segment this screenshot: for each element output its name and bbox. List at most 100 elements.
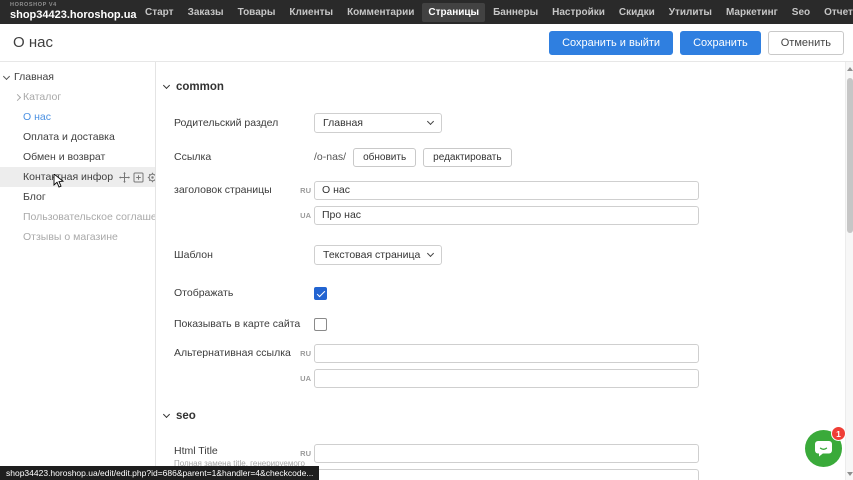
nav-banners[interactable]: Баннеры xyxy=(487,3,544,22)
sidebar-item-reviews[interactable]: Отзывы о магазине xyxy=(0,227,155,247)
html-title-label: Html Title Полная замена title, генериру… xyxy=(174,445,297,468)
sidebar-item-label: Каталог xyxy=(23,91,61,103)
sidebar-item-katalog[interactable]: Каталог xyxy=(0,87,155,107)
parent-section-label: Родительский раздел xyxy=(174,117,314,129)
parent-section-select[interactable]: Главная xyxy=(314,113,442,133)
page-title-ua-input[interactable] xyxy=(314,206,699,225)
display-row: Отображать xyxy=(174,283,839,303)
move-icon[interactable] xyxy=(119,172,130,183)
sidebar-item-label: О нас xyxy=(23,111,51,123)
chat-widget-button[interactable]: 1 xyxy=(805,430,842,467)
page-title: О нас xyxy=(13,34,53,51)
alt-link-ua-input[interactable] xyxy=(314,369,699,388)
parent-section-row: Родительский раздел Главная xyxy=(174,113,839,133)
nav-comments[interactable]: Комментарии xyxy=(341,3,420,22)
nav-seo[interactable]: Seo xyxy=(786,3,816,22)
nav-settings[interactable]: Настройки xyxy=(546,3,611,22)
sidebar-item-oplata[interactable]: Оплата и доставка xyxy=(0,127,155,147)
save-button[interactable]: Сохранить xyxy=(680,31,761,55)
sidebar-item-label: Блог xyxy=(23,191,46,203)
alt-link-label: Альтернативная ссылка xyxy=(174,347,297,359)
pages-tree-sidebar: Главная Каталог О нас Оплата и доставка … xyxy=(0,62,155,480)
nav-pages[interactable]: Страницы xyxy=(422,3,485,22)
lang-tag-ua: UA xyxy=(297,374,311,383)
sitemap-label: Показывать в карте сайта xyxy=(174,318,314,330)
nav-reports[interactable]: Отчеты xyxy=(818,3,853,22)
sidebar-item-glavnaya[interactable]: Главная xyxy=(0,67,155,87)
sidebar-item-label: Оплата и доставка xyxy=(23,131,115,143)
link-refresh-button[interactable]: обновить xyxy=(353,148,416,167)
vertical-scrollbar[interactable] xyxy=(845,62,853,480)
nav-start[interactable]: Старт xyxy=(139,3,180,22)
header-actions: Сохранить и выйти Сохранить Отменить xyxy=(549,31,844,55)
scroll-up-arrow[interactable] xyxy=(847,67,853,71)
link-edit-button[interactable]: редактировать xyxy=(423,148,511,167)
template-row: Шаблон Текстовая страница xyxy=(174,245,839,265)
lang-tag-ru: RU xyxy=(297,349,311,358)
save-and-exit-button[interactable]: Сохранить и выйти xyxy=(549,31,673,55)
section-common[interactable]: common xyxy=(164,81,224,93)
horoshop-admin-page: HOROSHOP V4 shop34423.horoshop.ua Старт … xyxy=(0,0,853,480)
sidebar-item-obmen[interactable]: Обмен и возврат xyxy=(0,147,155,167)
nav-clients[interactable]: Клиенты xyxy=(283,3,339,22)
nav-discounts[interactable]: Скидки xyxy=(613,3,661,22)
html-title-label-text: Html Title xyxy=(174,445,218,457)
parent-section-value: Главная xyxy=(323,117,363,129)
nav-utilities[interactable]: Утилиты xyxy=(663,3,718,22)
logo-version-label: HOROSHOP V4 xyxy=(10,3,128,9)
sitemap-row: Показывать в карте сайта xyxy=(174,314,839,334)
sidebar-item-label: Отзывы о магазине xyxy=(23,231,118,243)
chevron-down-icon[interactable] xyxy=(3,73,10,80)
page-title-ru-row: заголовок страницы RU xyxy=(174,180,839,200)
sidebar-item-label: Контактная инфор xyxy=(23,171,113,183)
sidebar-item-o-nas[interactable]: О нас xyxy=(0,107,155,127)
page-title-ru-input[interactable] xyxy=(314,181,699,200)
page-edit-form: common Родительский раздел Главная Ссылк… xyxy=(155,62,845,480)
logo-domain-label: shop34423.horoshop.ua xyxy=(10,10,128,21)
sidebar-item-label: Главная xyxy=(14,71,54,83)
nav-products[interactable]: Товары xyxy=(232,3,282,22)
chevron-down-icon xyxy=(163,411,170,418)
link-row: Ссылка /o-nas/ обновить редактировать xyxy=(174,147,839,167)
sidebar-item-agreement[interactable]: Пользовательское соглашение xyxy=(0,207,155,227)
nav-marketing[interactable]: Маркетинг xyxy=(720,3,784,22)
chevron-down-icon xyxy=(427,250,434,257)
sitemap-checkbox[interactable] xyxy=(314,318,327,331)
sidebar-item-label: Пользовательское соглашение xyxy=(23,211,174,223)
page-title-ua-row: UA xyxy=(174,205,839,225)
lang-tag-ua: UA xyxy=(297,211,311,220)
display-checkbox[interactable] xyxy=(314,287,327,300)
html-title-ru-input[interactable] xyxy=(314,444,699,463)
sidebar-item-label: Обмен и возврат xyxy=(23,151,105,163)
add-page-icon[interactable] xyxy=(133,172,144,183)
top-navbar: HOROSHOP V4 shop34423.horoshop.ua Старт … xyxy=(0,0,853,24)
template-value: Текстовая страница xyxy=(323,249,420,261)
link-label: Ссылка xyxy=(174,151,314,163)
logo[interactable]: HOROSHOP V4 shop34423.horoshop.ua xyxy=(10,3,128,21)
template-select[interactable]: Текстовая страница xyxy=(314,245,442,265)
scroll-down-arrow[interactable] xyxy=(847,472,853,476)
browser-status-url: shop34423.horoshop.ua/edit/edit.php?id=6… xyxy=(0,466,319,480)
lang-tag-ru: RU xyxy=(297,186,311,195)
chevron-down-icon xyxy=(163,82,170,89)
section-seo-label: seo xyxy=(176,410,196,422)
html-title-ua-input[interactable] xyxy=(314,469,699,480)
lang-tag-ru: RU xyxy=(297,449,311,458)
chevron-right-icon[interactable] xyxy=(14,94,21,101)
page-header: О нас Сохранить и выйти Сохранить Отмени… xyxy=(0,24,853,62)
chat-bubble-icon xyxy=(814,440,833,457)
sidebar-item-kontaktnaya[interactable]: Контактная инфор xyxy=(0,167,155,187)
nav-orders[interactable]: Заказы xyxy=(182,3,230,22)
chat-notification-badge: 1 xyxy=(831,426,846,441)
chevron-down-icon xyxy=(427,118,434,125)
sidebar-item-blog[interactable]: Блог xyxy=(0,187,155,207)
scrollbar-thumb[interactable] xyxy=(847,78,853,233)
link-path-value: /o-nas/ xyxy=(314,151,346,163)
display-label: Отображать xyxy=(174,287,314,299)
page-title-label: заголовок страницы xyxy=(174,184,297,196)
alt-link-ua-row: UA xyxy=(174,368,839,388)
alt-link-ru-row: Альтернативная ссылка RU xyxy=(174,343,839,363)
section-seo[interactable]: seo xyxy=(164,410,196,422)
alt-link-ru-input[interactable] xyxy=(314,344,699,363)
cancel-button[interactable]: Отменить xyxy=(768,31,844,55)
